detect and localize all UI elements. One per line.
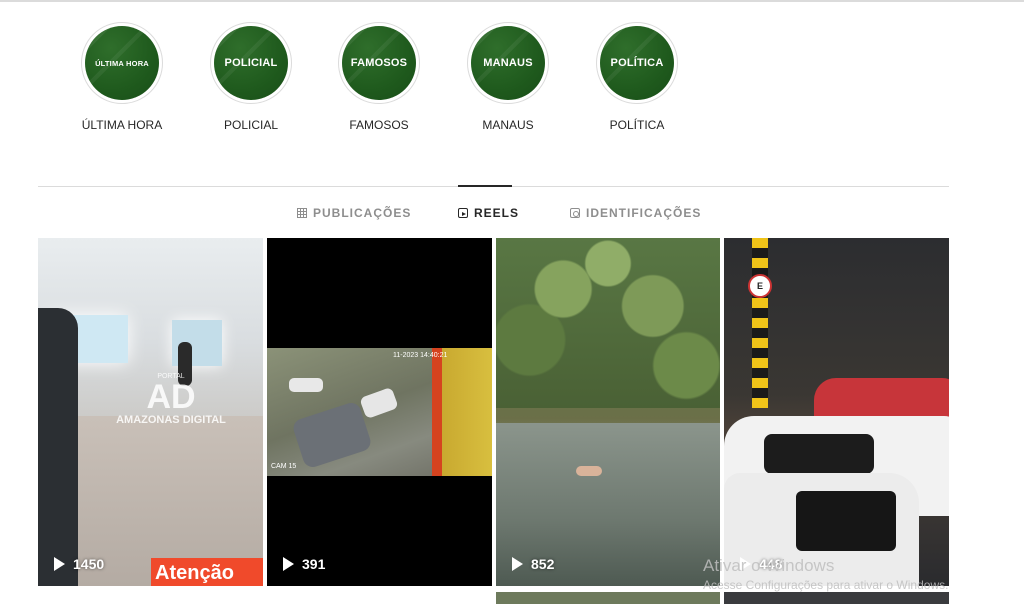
watermark-logo: PORTAL AD AMAZONAS DIGITAL [116,373,226,426]
highlight-ring: MANAUS [467,22,549,104]
tab-publicacoes[interactable]: PUBLICAÇÕES [297,206,411,220]
cctv-frame: 11-2023 14:40:21 CAM 15 [267,348,492,476]
reel-thumbnail[interactable]: 852 [496,238,720,586]
view-count: 1450 [54,556,104,572]
play-icon [283,557,294,571]
view-count-value: 852 [531,556,555,572]
highlight-label: FAMOSOS [349,118,409,132]
highlight-label: POLICIAL [223,118,279,132]
highlight-cover: POLÍTICA [600,26,674,100]
windows-activation-watermark: Ativar o Windows Acesse Configurações pa… [703,556,948,592]
view-count: 852 [512,556,554,572]
highlight-cover: ÚLTIMA HORA [85,26,159,100]
tab-identificacoes[interactable]: IDENTIFICAÇÕES [570,206,701,220]
watermark-subtitle: Acesse Configurações para ativar o Windo… [703,578,949,592]
highlight-policial[interactable]: POLICIAL POLICIAL [196,22,306,132]
logo-name: AMAZONAS DIGITAL [116,414,226,426]
play-icon [512,557,523,571]
alert-banner: Atenção [151,558,263,586]
next-row-thumbnail[interactable] [496,592,720,604]
active-tab-indicator [458,185,512,187]
tab-label: REELS [474,206,520,220]
highlight-ring: POLÍTICA [596,22,678,104]
reels-icon [458,208,468,218]
cctv-camera-label: CAM 15 [271,463,297,470]
highlight-label: MANAUS [482,118,534,132]
reel-thumbnail[interactable]: PORTAL AD AMAZONAS DIGITAL Atenção 1450 [38,238,263,586]
highlight-ring: POLICIAL [210,22,292,104]
highlight-cover-text: ÚLTIMA HORA [95,58,149,68]
highlight-cover-text: POLICIAL [224,57,278,69]
tab-reels[interactable]: REELS [458,206,519,220]
highlight-label: ÚLTIMA HORA [81,118,163,132]
highlight-cover: POLICIAL [214,26,288,100]
highlight-cover-text: POLÍTICA [610,57,664,69]
tab-label: IDENTIFICAÇÕES [586,206,702,220]
thumbnail-car [359,386,399,420]
play-icon [54,557,65,571]
thumbnail-car [290,400,374,470]
reel-thumbnail[interactable]: 11-2023 14:40:21 CAM 15 391 [267,238,492,586]
highlight-cover-text: MANAUS [483,57,533,69]
highlight-ring: FAMOSOS [338,22,420,104]
thumbnail-car [289,378,323,392]
traffic-sign: E [748,274,772,298]
highlight-manaus[interactable]: MANAUS MANAUS [453,22,563,132]
view-count-value: 1450 [73,556,105,572]
thumbnail-figure [38,308,78,586]
highlight-cover: FAMOSOS [342,26,416,100]
highlight-famosos[interactable]: FAMOSOS FAMOSOS [324,22,434,132]
thumbnail-wall [432,348,492,476]
thumbnail-swimmer [576,466,602,476]
next-row-thumbnail[interactable] [724,592,949,604]
thumbnail-pole [752,238,768,408]
thumbnail-foliage [496,238,720,408]
watermark-title: Ativar o Windows [703,556,835,575]
cctv-timestamp: 11-2023 14:40:21 [393,352,448,359]
reel-thumbnail[interactable]: E 448 [724,238,949,586]
view-count-value: 391 [302,556,326,572]
highlight-politica[interactable]: POLÍTICA POLÍTICA [582,22,692,132]
highlight-ring: ÚLTIMA HORA [81,22,163,104]
grid-icon [297,208,307,218]
highlight-cover-text: FAMOSOS [350,57,408,69]
tagged-icon [570,208,580,218]
logo-mark: AD [146,378,196,416]
highlight-label: POLÍTICA [609,118,665,132]
highlight-ultima-hora[interactable]: ÚLTIMA HORA ÚLTIMA HORA [67,22,177,132]
story-highlights: ÚLTIMA HORA ÚLTIMA HORA POLICIAL POLICIA… [0,0,1024,150]
tab-label: PUBLICAÇÕES [313,206,412,220]
view-count: 391 [283,556,325,572]
highlight-cover: MANAUS [471,26,545,100]
